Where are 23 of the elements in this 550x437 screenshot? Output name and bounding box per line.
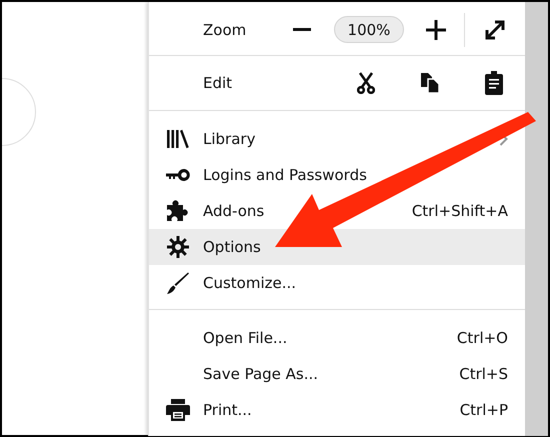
menu-item[interactable]: Add-ons Ctrl+Shift+A [149, 193, 525, 229]
menu-item[interactable]: Library [149, 121, 525, 157]
copy-icon [420, 72, 440, 94]
printer-icon [166, 399, 190, 421]
key-icon [166, 169, 190, 181]
menu-item[interactable]: Options [149, 229, 525, 265]
clipboard-icon [485, 71, 503, 95]
minus-icon [293, 28, 311, 31]
puzzle-icon [167, 200, 189, 222]
brush-icon [167, 272, 189, 294]
menu-item[interactable]: Customize... [149, 265, 525, 301]
scissors-icon [357, 72, 375, 94]
edit-label: Edit [203, 74, 234, 92]
library-icon [167, 129, 189, 149]
menu-item[interactable]: Save Page As... Ctrl+S [149, 356, 525, 392]
menu-item[interactable]: Print... Ctrl+P [149, 392, 525, 428]
expand-icon [484, 18, 506, 40]
menu-item[interactable]: Open File... Ctrl+O [149, 320, 525, 356]
zoom-reset-button[interactable]: 100% [334, 16, 404, 43]
zoom-label: Zoom [203, 20, 248, 38]
menu-item[interactable]: Logins and Passwords [149, 157, 525, 193]
plus-icon [426, 20, 446, 40]
gear-icon [167, 236, 189, 258]
